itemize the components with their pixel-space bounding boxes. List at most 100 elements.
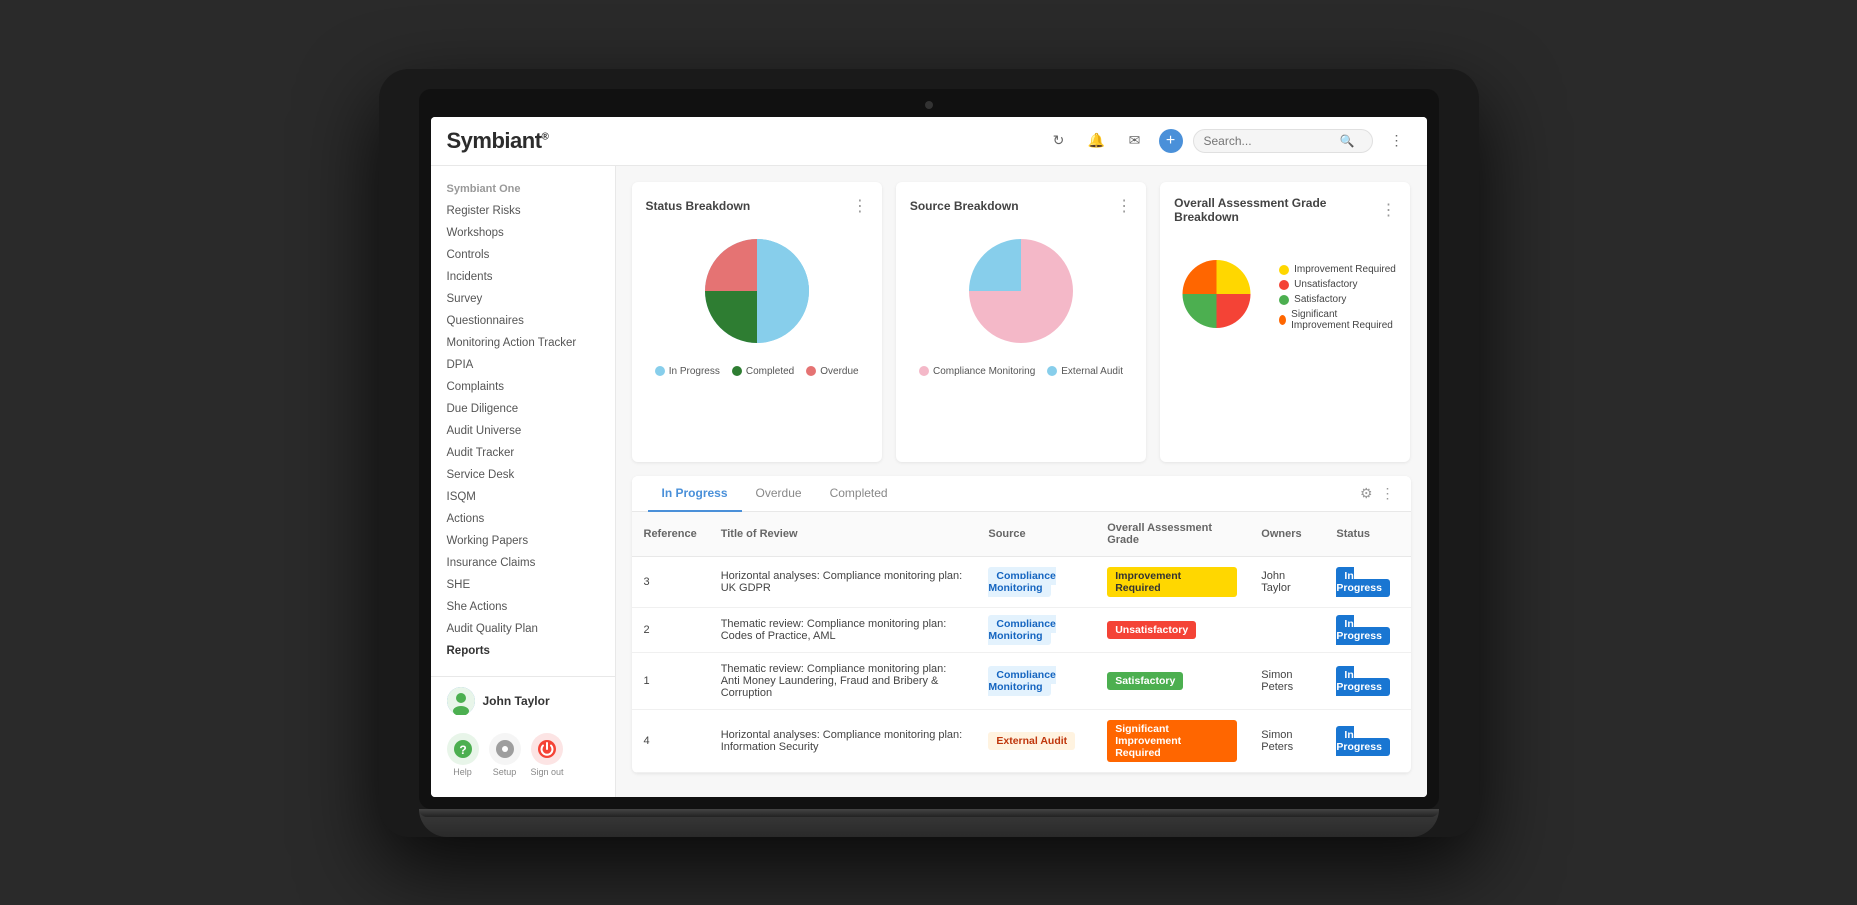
search-input[interactable] <box>1204 134 1334 148</box>
status-pie-chart <box>692 226 822 356</box>
tab-in-progress[interactable]: In Progress <box>648 476 742 512</box>
cell-title: Thematic review: Compliance monitoring p… <box>709 607 977 652</box>
sidebar-item-register-risks[interactable]: Register Risks <box>431 200 615 222</box>
app-container: Symbiant® ↻ 🔔 ✉ + 🔍 ⋮ <box>431 117 1427 797</box>
sidebar-item-workshops[interactable]: Workshops <box>431 222 615 244</box>
cell-title: Thematic review: Compliance monitoring p… <box>709 652 977 709</box>
status-card-header: Status Breakdown ⋮ <box>646 196 868 216</box>
legend-dot-unsat <box>1279 280 1289 290</box>
sidebar-item-she-actions[interactable]: She Actions <box>431 596 615 618</box>
more-options-icon[interactable]: ⋮ <box>1383 127 1411 155</box>
source-pie-chart <box>956 226 1086 356</box>
cell-status: In Progress <box>1324 652 1410 709</box>
cell-title: Horizontal analyses: Compliance monitori… <box>709 556 977 607</box>
sidebar-item-service-desk[interactable]: Service Desk <box>431 464 615 486</box>
sidebar-item-complaints[interactable]: Complaints <box>431 376 615 398</box>
user-name: John Taylor <box>483 694 550 708</box>
sidebar-item-monitoring[interactable]: Monitoring Action Tracker <box>431 332 615 354</box>
search-bar[interactable]: 🔍 <box>1193 129 1373 153</box>
sidebar-item-controls[interactable]: Controls <box>431 244 615 266</box>
table-row[interactable]: 1 Thematic review: Compliance monitoring… <box>632 652 1411 709</box>
sidebar-action-buttons: ? Help <box>431 725 615 785</box>
legend-external-audit: External Audit <box>1047 366 1123 377</box>
signout-label: Sign out <box>531 767 564 777</box>
search-icon: 🔍 <box>1340 134 1355 148</box>
table-more-icon[interactable]: ⋮ <box>1381 485 1395 502</box>
sidebar-item-incidents[interactable]: Incidents <box>431 266 615 288</box>
power-icon[interactable] <box>531 733 563 765</box>
charts-row: Status Breakdown ⋮ <box>632 182 1411 462</box>
sidebar-item-due-diligence[interactable]: Due Diligence <box>431 398 615 420</box>
top-bar-icons: ↻ 🔔 ✉ + 🔍 ⋮ <box>1045 127 1411 155</box>
assessment-legend: Improvement Required Unsatisfactory <box>1279 264 1396 331</box>
status-chart-menu[interactable]: ⋮ <box>852 196 868 216</box>
logo-text: Symbiant <box>447 128 542 153</box>
cell-owner <box>1249 607 1324 652</box>
settings-icon[interactable] <box>489 733 521 765</box>
assessment-card-header: Overall Assessment Grade Breakdown ⋮ <box>1174 196 1396 224</box>
filter-icon[interactable]: ⚙ <box>1360 485 1373 502</box>
assessment-pie-chart <box>1174 234 1259 354</box>
legend-label-ir: Improvement Required <box>1294 264 1396 275</box>
source-chart-title: Source Breakdown <box>910 199 1019 213</box>
legend-dot-ea <box>1047 366 1057 376</box>
laptop-base <box>419 809 1439 837</box>
legend-compliance-monitoring: Compliance Monitoring <box>919 366 1035 377</box>
sidebar-item-audit-universe[interactable]: Audit Universe <box>431 420 615 442</box>
sidebar-item-reports[interactable]: Reports <box>431 640 615 662</box>
status-chart-container: In Progress Completed Over <box>646 226 868 377</box>
source-legend: Compliance Monitoring External Audit <box>919 366 1123 377</box>
legend-completed: Completed <box>732 366 794 377</box>
table-row[interactable]: 4 Horizontal analyses: Compliance monito… <box>632 709 1411 772</box>
table-row[interactable]: 2 Thematic review: Compliance monitoring… <box>632 607 1411 652</box>
sidebar-item-dpia[interactable]: DPIA <box>431 354 615 376</box>
sidebar-item-insurance-claims[interactable]: Insurance Claims <box>431 552 615 574</box>
sidebar-item-isqm[interactable]: ISQM <box>431 486 615 508</box>
col-source: Source <box>976 512 1095 557</box>
help-icon[interactable]: ? <box>447 733 479 765</box>
logo-registered: ® <box>542 131 549 142</box>
status-chart-title: Status Breakdown <box>646 199 751 213</box>
col-status: Status <box>1324 512 1410 557</box>
cell-ref: 4 <box>632 709 709 772</box>
status-legend: In Progress Completed Over <box>655 366 859 377</box>
mail-icon[interactable]: ✉ <box>1121 127 1149 155</box>
signout-action[interactable]: Sign out <box>531 733 564 777</box>
cell-source: External Audit <box>976 709 1095 772</box>
tab-overdue[interactable]: Overdue <box>742 476 816 512</box>
help-action[interactable]: ? Help <box>447 733 479 777</box>
source-breakdown-card: Source Breakdown ⋮ <box>896 182 1146 462</box>
top-bar: Symbiant® ↻ 🔔 ✉ + 🔍 ⋮ <box>431 117 1427 166</box>
table-row[interactable]: 3 Horizontal analyses: Compliance monito… <box>632 556 1411 607</box>
cell-source: Compliance Monitoring <box>976 652 1095 709</box>
sidebar-item-working-papers[interactable]: Working Papers <box>431 530 615 552</box>
legend-dot-overdue <box>806 366 816 376</box>
svg-text:?: ? <box>459 743 466 757</box>
assessment-chart-menu[interactable]: ⋮ <box>1380 200 1396 220</box>
sidebar-item-actions[interactable]: Actions <box>431 508 615 530</box>
refresh-icon[interactable]: ↻ <box>1045 127 1073 155</box>
cell-status: In Progress <box>1324 607 1410 652</box>
source-chart-menu[interactable]: ⋮ <box>1116 196 1132 216</box>
setup-action[interactable]: Setup <box>489 733 521 777</box>
tab-completed[interactable]: Completed <box>816 476 902 512</box>
sidebar-item-questionnaires[interactable]: Questionnaires <box>431 310 615 332</box>
table-header-row: Reference Title of Review Source Overall… <box>632 512 1411 557</box>
legend-label-completed: Completed <box>746 366 794 377</box>
sidebar-item-audit-quality-plan[interactable]: Audit Quality Plan <box>431 618 615 640</box>
table-controls: ⚙ ⋮ <box>1360 485 1395 502</box>
cell-grade: Satisfactory <box>1095 652 1249 709</box>
legend-label-sig: Significant Improvement Required <box>1291 309 1396 331</box>
legend-overdue: Overdue <box>806 366 858 377</box>
sidebar-item-she[interactable]: SHE <box>431 574 615 596</box>
laptop-screen: Symbiant® ↻ 🔔 ✉ + 🔍 ⋮ <box>431 117 1427 797</box>
sidebar-item-audit-tracker[interactable]: Audit Tracker <box>431 442 615 464</box>
sidebar-item-survey[interactable]: Survey <box>431 288 615 310</box>
bell-icon[interactable]: 🔔 <box>1083 127 1111 155</box>
table-tabs: In Progress Overdue Completed ⚙ ⋮ <box>632 476 1411 512</box>
col-owners: Owners <box>1249 512 1324 557</box>
cell-owner: John Taylor <box>1249 556 1324 607</box>
table-card: In Progress Overdue Completed ⚙ ⋮ <box>632 476 1411 773</box>
add-button[interactable]: + <box>1159 129 1183 153</box>
cell-owner: Simon Peters <box>1249 709 1324 772</box>
